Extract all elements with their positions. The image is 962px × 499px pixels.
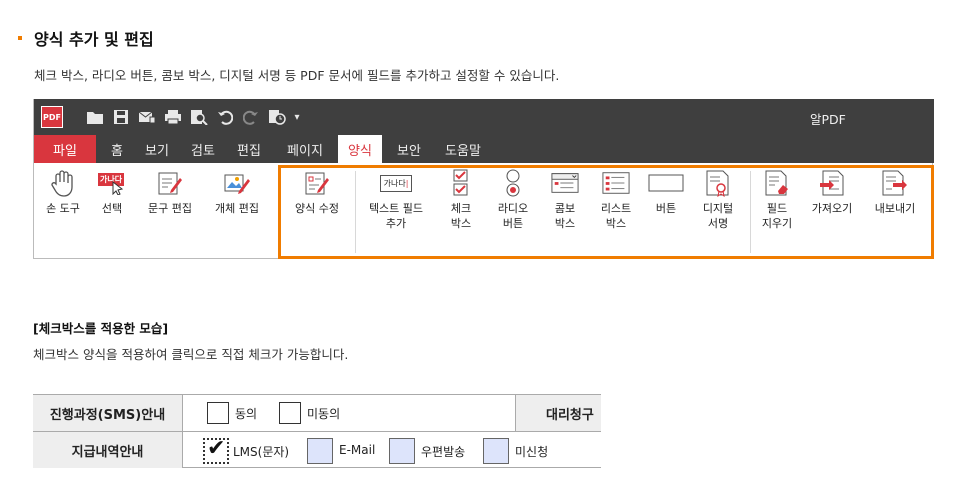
- tab-bar: 파일 홈 보기 검토 편집 페이지 양식 보안 도움말: [34, 135, 934, 163]
- edit-text-icon: [156, 169, 184, 197]
- select-text-icon: 가나다: [98, 169, 126, 197]
- section-description: 체크 박스, 라디오 버튼, 콤보 박스, 디지털 서명 등 PDF 문서에 필…: [34, 68, 560, 83]
- tab-page[interactable]: 페이지: [278, 135, 332, 163]
- clear-fields-button[interactable]: 필드 지우기: [752, 169, 802, 231]
- checkbox-label: 동의: [235, 407, 258, 421]
- tab-review[interactable]: 검토: [182, 135, 224, 163]
- ribbon-divider: [750, 171, 751, 253]
- tab-form[interactable]: 양식: [338, 135, 382, 163]
- combo-box-icon: [551, 169, 579, 197]
- edit-form-icon: [303, 169, 331, 197]
- clear-fields-icon: [763, 169, 791, 197]
- example-title: [체크박스를 적용한 모습]: [33, 321, 169, 336]
- row-label: 지급내역안내: [33, 432, 183, 468]
- hand-tool-button[interactable]: 손 도구: [36, 169, 90, 216]
- app-title: 알PDF: [810, 112, 846, 127]
- signature-icon: [704, 169, 732, 197]
- list-box-icon: [602, 169, 630, 197]
- checkbox-form-example: 진행과정(SMS)안내 동의 미동의 대리청구 지급내역안내 ✔ LMS(문자)…: [33, 394, 601, 468]
- edit-form-button[interactable]: 양식 수정: [284, 169, 350, 216]
- undo-icon[interactable]: [216, 108, 234, 126]
- import-button[interactable]: 가져오기: [804, 169, 860, 216]
- dropdown-icon[interactable]: ▾: [288, 108, 306, 126]
- check-mark-icon: ✔: [207, 436, 226, 461]
- button-icon: [648, 169, 684, 197]
- checkbox-label: 미신청: [515, 445, 549, 459]
- history-icon[interactable]: [268, 108, 286, 126]
- checkbox-lms[interactable]: ✔: [203, 436, 229, 464]
- digital-signature-button[interactable]: 디지털 서명: [694, 169, 742, 231]
- print-icon[interactable]: [164, 108, 182, 126]
- form-row: 진행과정(SMS)안내 동의 미동의 대리청구: [33, 394, 601, 431]
- checkbox-label: 우편발송: [421, 445, 466, 459]
- email-icon[interactable]: [138, 108, 156, 126]
- tab-file[interactable]: 파일: [34, 135, 96, 163]
- row-label: 진행과정(SMS)안내: [33, 395, 183, 431]
- combo-box-button[interactable]: 콤보 박스: [544, 169, 586, 231]
- checkbox-label: LMS(문자): [233, 445, 290, 459]
- app-logo: PDF: [41, 106, 63, 128]
- folder-open-icon[interactable]: [86, 108, 104, 126]
- radio-button-tool[interactable]: 라디오 버튼: [488, 169, 538, 231]
- checkbox-label: 미동의: [307, 407, 341, 421]
- checkbox-button[interactable]: 체크 박스: [440, 169, 482, 231]
- checkbox-agree[interactable]: [207, 402, 229, 424]
- select-button[interactable]: 가나다 선택: [90, 169, 134, 216]
- save-icon[interactable]: [112, 108, 130, 126]
- text-field-icon: 가나다|: [376, 169, 416, 197]
- checkbox-label: E-Mail: [339, 443, 376, 457]
- form-row: 지급내역안내 ✔ LMS(문자) E-Mail 우편발송 미신청: [33, 431, 601, 468]
- checkbox-icon: [447, 169, 475, 197]
- export-icon: [881, 169, 909, 197]
- checkbox-mail[interactable]: [389, 438, 415, 464]
- row-label-proxy-claim: 대리청구: [515, 395, 601, 431]
- tab-security[interactable]: 보안: [388, 135, 430, 163]
- tab-view[interactable]: 보기: [136, 135, 178, 163]
- edit-text-button[interactable]: 문구 편집: [138, 169, 202, 216]
- radio-icon: [499, 169, 527, 197]
- ribbon-divider: [355, 171, 356, 253]
- example-description: 체크박스 양식을 적용하여 클릭으로 직접 체크가 가능합니다.: [33, 347, 349, 362]
- tab-home[interactable]: 홈: [102, 135, 132, 163]
- list-box-button[interactable]: 리스트 박스: [592, 169, 640, 231]
- hand-icon: [49, 169, 77, 197]
- edit-object-icon: [223, 169, 251, 197]
- import-icon: [818, 169, 846, 197]
- checkbox-no-request[interactable]: [483, 438, 509, 464]
- title-bar: PDF ▾ 알PDF: [34, 99, 934, 135]
- section-title: 양식 추가 및 편집: [34, 30, 154, 49]
- push-button-tool[interactable]: 버튼: [644, 169, 688, 216]
- tab-help[interactable]: 도움말: [436, 135, 490, 163]
- section-bullet: [18, 36, 22, 40]
- checkbox-disagree[interactable]: [279, 402, 301, 424]
- app-window: PDF ▾ 알PDF 파일 홈 보기 검토 편집 페이지 양식 보안 도움말 손…: [33, 99, 934, 259]
- tab-edit[interactable]: 편집: [228, 135, 270, 163]
- checkbox-email[interactable]: [307, 438, 333, 464]
- add-text-field-button[interactable]: 가나다| 텍스트 필드 추가: [358, 169, 434, 231]
- export-button[interactable]: 내보내기: [864, 169, 926, 216]
- edit-object-button[interactable]: 개체 편집: [204, 169, 270, 216]
- preview-icon[interactable]: [190, 108, 208, 126]
- redo-icon[interactable]: [242, 108, 260, 126]
